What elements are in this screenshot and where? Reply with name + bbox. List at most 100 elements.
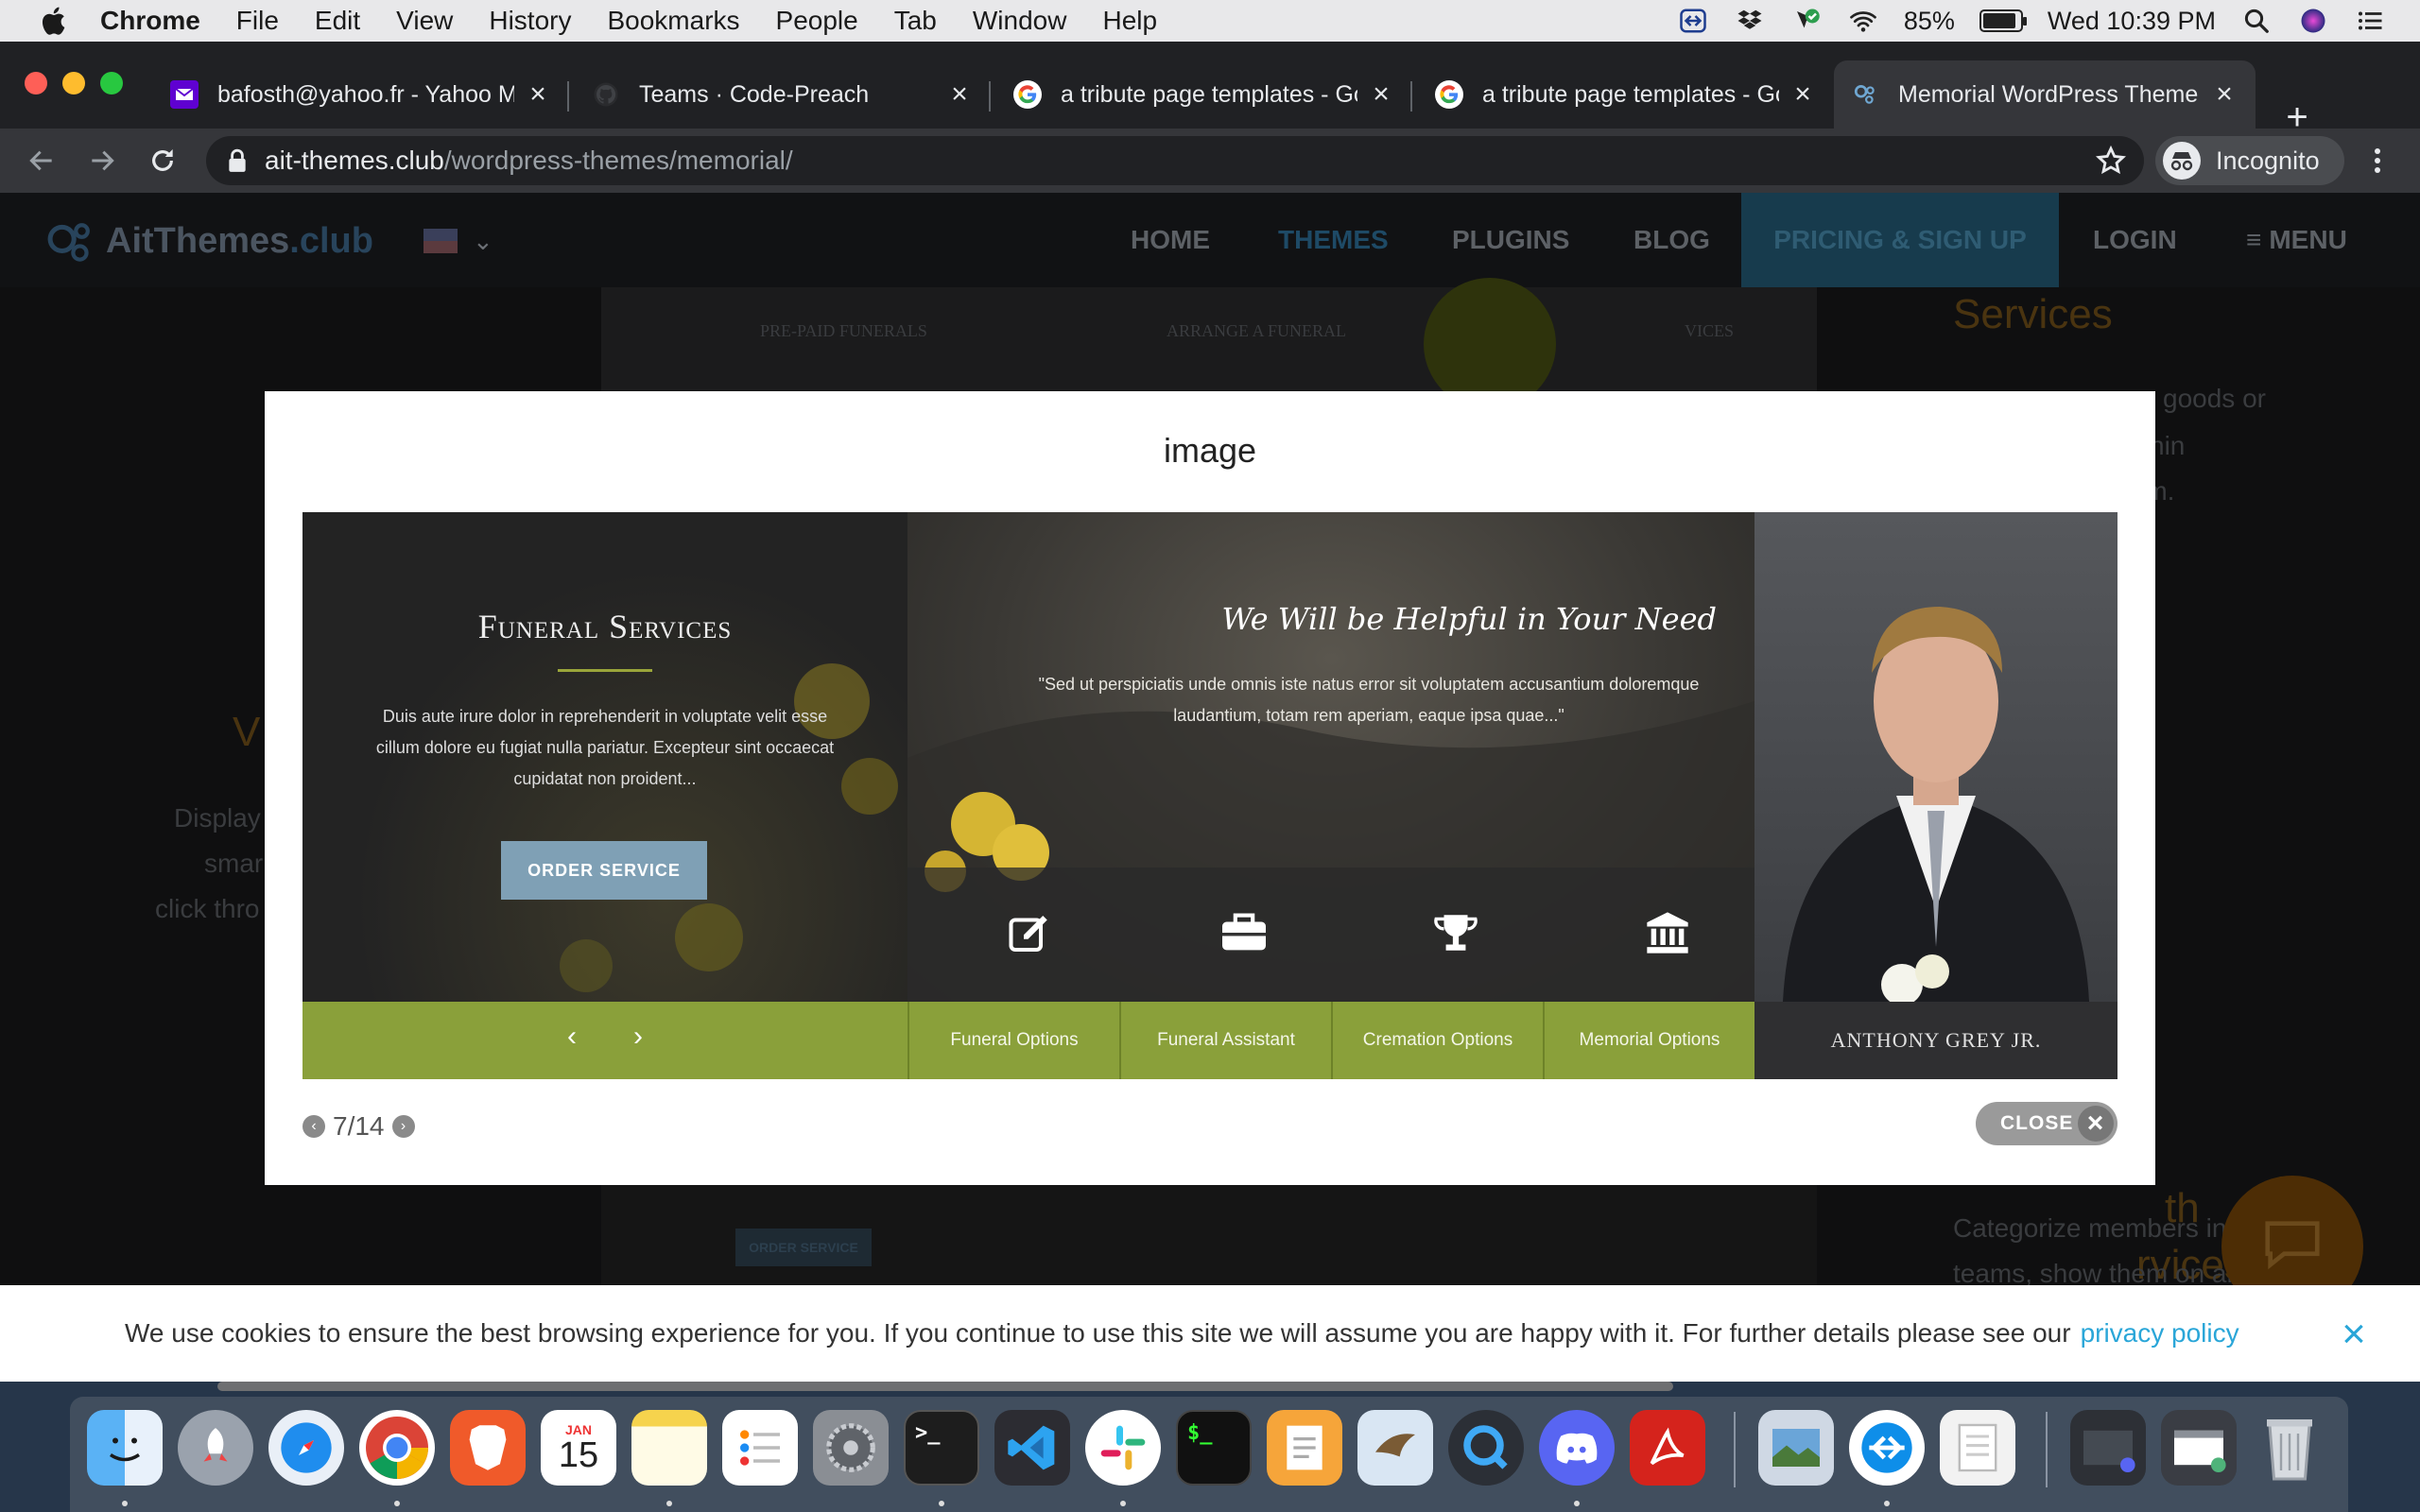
cookie-close-icon[interactable]: × (2335, 1314, 2373, 1355)
slide-description: Duis aute irure dolor in reprehenderit i… (375, 707, 835, 788)
macos-menu-bar: Chrome File Edit View History Bookmarks … (0, 0, 2420, 42)
site-logo[interactable]: AitThemes .club (45, 219, 373, 263)
site-nav-menu[interactable]: ≡ MENU (2246, 193, 2347, 287)
dock-separator (2046, 1412, 2048, 1487)
tab-close-icon[interactable]: × (524, 78, 552, 110)
tab-close-icon[interactable]: × (1367, 78, 1395, 110)
wifi-icon[interactable] (1847, 7, 1879, 35)
site-nav-login[interactable]: LOGIN (2093, 193, 2177, 287)
person-photo (1754, 512, 2118, 1005)
slide-left-panel: Funeral Services Duis aute irure dolor i… (302, 512, 908, 1002)
bg-preview-label: PRE-PAID FUNERALS (760, 321, 927, 340)
forward-button[interactable] (83, 142, 121, 180)
system-preferences-icon[interactable] (813, 1410, 889, 1486)
trash-icon[interactable] (2252, 1410, 2327, 1486)
running-indicator (666, 1501, 672, 1506)
tab-google-search-2[interactable]: a tribute page templates - Go × (1418, 60, 1834, 129)
menu-app-name[interactable]: Chrome (100, 6, 200, 36)
iterm-icon[interactable]: $_ (1176, 1410, 1252, 1486)
site-nav-plugins[interactable]: PLUGINS (1452, 193, 1569, 287)
acrobat-icon[interactable] (1630, 1410, 1705, 1486)
window-close-button[interactable] (25, 72, 47, 94)
tab-yahoo-mail[interactable]: bafosth@yahoo.fr - Yahoo Ma × (153, 60, 569, 129)
window-icon[interactable] (2161, 1410, 2237, 1486)
calendar-icon[interactable]: JAN 15 (541, 1410, 616, 1486)
battery-icon[interactable] (1979, 9, 2027, 32)
chat-icon (2265, 1221, 2320, 1270)
url-path: /wordpress-themes/memorial/ (443, 146, 793, 175)
tab-title: a tribute page templates - Go (1061, 80, 1357, 108)
previous-image-button[interactable]: ‹ (302, 1115, 325, 1138)
reload-button[interactable] (144, 142, 182, 180)
site-nav-home[interactable]: HOME (1131, 193, 1210, 287)
menu-tab[interactable]: Tab (894, 6, 937, 36)
screenshots-icon[interactable] (2070, 1410, 2146, 1486)
menu-clock[interactable]: Wed 10:39 PM (2048, 7, 2216, 36)
preview-icon[interactable] (1758, 1410, 1834, 1486)
lock-icon[interactable] (227, 148, 248, 173)
site-nav-themes[interactable]: THEMES (1278, 193, 1389, 287)
aitthemes-icon (1851, 80, 1879, 109)
arrow-right-icon (92, 150, 114, 171)
chevron-down-icon[interactable]: ⌄ (473, 227, 493, 256)
bg-order-service-button: ORDER SERVICE (735, 1228, 872, 1266)
window-minimize-button[interactable] (62, 72, 85, 94)
next-image-button[interactable]: › (391, 1115, 415, 1138)
chrome-menu-icon[interactable] (2363, 142, 2392, 180)
launchpad-icon[interactable] (178, 1410, 253, 1486)
tab-close-icon[interactable]: × (2210, 78, 2238, 110)
menu-people[interactable]: People (776, 6, 858, 36)
back-button[interactable] (23, 142, 60, 180)
menu-history[interactable]: History (489, 6, 571, 36)
brave-icon[interactable] (450, 1410, 526, 1486)
tab-memorial-theme-active[interactable]: Memorial WordPress Theme | × (1834, 60, 2256, 129)
spotlight-search-icon[interactable] (2240, 7, 2273, 35)
tab-close-icon[interactable]: × (1789, 78, 1817, 110)
notes-icon[interactable] (631, 1410, 707, 1486)
discord-icon[interactable] (1539, 1410, 1615, 1486)
pages-icon[interactable] (1267, 1410, 1342, 1486)
slack-icon[interactable] (1085, 1410, 1161, 1486)
tab-title: a tribute page templates - Go (1482, 80, 1779, 108)
mail-icon[interactable] (1357, 1410, 1433, 1486)
dropbox-icon[interactable] (1734, 7, 1766, 35)
tab-separator (567, 81, 569, 112)
menu-help[interactable]: Help (1102, 6, 1157, 36)
tab-google-search-1[interactable]: a tribute page templates - Go × (996, 60, 1412, 129)
quicktime-icon[interactable] (1448, 1410, 1524, 1486)
tab-separator (989, 81, 991, 112)
lightbox-close-button[interactable]: CLOSE × (1976, 1102, 2118, 1145)
address-bar[interactable]: ait-themes.club/wordpress-themes/memoria… (206, 136, 2144, 185)
vscode-icon[interactable] (994, 1410, 1070, 1486)
reminders-icon[interactable] (722, 1410, 798, 1486)
incognito-profile-button[interactable]: Incognito (2155, 136, 2344, 185)
us-flag-icon[interactable] (424, 229, 458, 253)
chrome-icon[interactable] (359, 1410, 435, 1486)
apple-menu-icon[interactable] (38, 4, 72, 38)
tab-close-icon[interactable]: × (945, 78, 974, 110)
window-zoom-button[interactable] (100, 72, 123, 94)
menu-bookmarks[interactable]: Bookmarks (607, 6, 739, 36)
menu-window[interactable]: Window (973, 6, 1067, 36)
privacy-policy-link[interactable]: privacy policy (2081, 1318, 2239, 1349)
menu-view[interactable]: View (396, 6, 453, 36)
teamviewer-status-icon[interactable] (1677, 7, 1709, 35)
textedit-icon[interactable] (1940, 1410, 2015, 1486)
site-nav-blog[interactable]: BLOG (1634, 193, 1710, 287)
horizontal-scrollbar[interactable] (217, 1382, 1673, 1391)
chat-widget-button[interactable] (2221, 1176, 2363, 1285)
sync-status-icon[interactable] (1790, 7, 1823, 35)
finder-icon[interactable] (87, 1410, 163, 1486)
running-indicator (1884, 1501, 1890, 1506)
safari-icon[interactable] (268, 1410, 344, 1486)
tab-github-teams[interactable]: Teams · Code-Preach × (575, 60, 991, 129)
site-nav-pricing[interactable]: PRICING & SIGN UP (1741, 193, 2059, 287)
teamviewer-icon[interactable] (1849, 1410, 1925, 1486)
menu-file[interactable]: File (236, 6, 279, 36)
menu-edit[interactable]: Edit (315, 6, 360, 36)
bookmark-star-icon[interactable] (2095, 145, 2127, 177)
terminal-icon[interactable]: >_ (904, 1410, 979, 1486)
siri-icon[interactable] (2297, 7, 2329, 35)
notification-center-icon[interactable] (2354, 7, 2386, 35)
bg-left-text: click thro (155, 894, 260, 923)
